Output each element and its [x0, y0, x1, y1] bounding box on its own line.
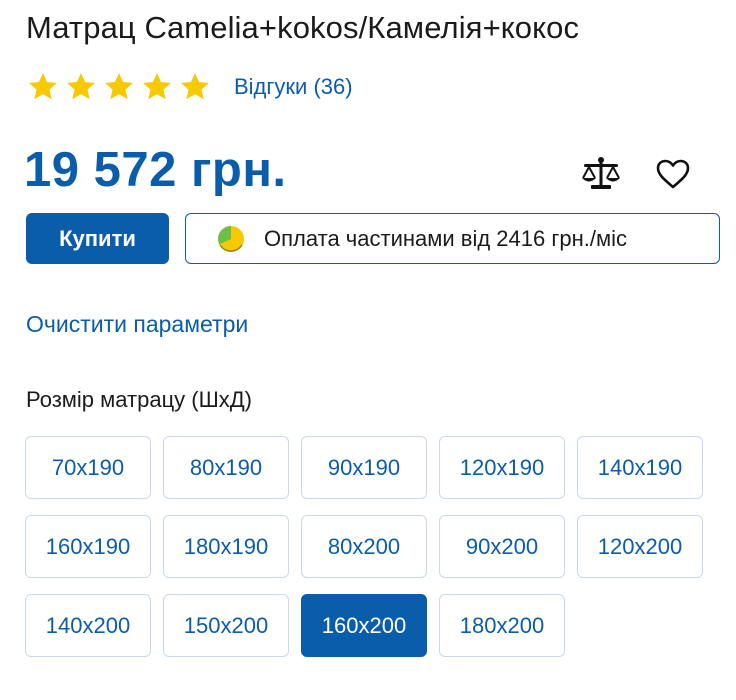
size-option[interactable]: 80x190 [163, 436, 289, 499]
size-option[interactable]: 180x200 [439, 594, 565, 657]
size-filter-label: Розмір матрацу (ШхД) [26, 387, 252, 412]
star-icon [143, 73, 171, 100]
heart-icon [656, 159, 690, 189]
buy-button[interactable]: Купити [26, 213, 169, 264]
installments-button[interactable]: Оплата частинами від 2416 грн./міс [185, 213, 720, 264]
clear-filters-link[interactable]: Очистити параметри [26, 311, 248, 338]
size-option[interactable]: 120x190 [439, 436, 565, 499]
size-option[interactable]: 180x190 [163, 515, 289, 578]
installments-logo-icon [218, 225, 244, 252]
star-icon [105, 73, 133, 100]
reviews-link[interactable]: Відгуки (36) [234, 74, 353, 100]
rating: Відгуки (36) [26, 70, 353, 104]
star-icon [67, 73, 95, 100]
compare-button[interactable] [579, 152, 623, 196]
star-icon [29, 73, 57, 100]
size-option-selected[interactable]: 160x200 [301, 594, 427, 657]
rating-stars [26, 70, 212, 104]
size-option[interactable]: 140x200 [25, 594, 151, 657]
star-icon [181, 73, 209, 100]
size-option[interactable]: 70x190 [25, 436, 151, 499]
size-option[interactable]: 120x200 [577, 515, 703, 578]
size-option[interactable]: 160x190 [25, 515, 151, 578]
product-title: Матрац Camelia+kokos/Камелія+кокос [26, 10, 580, 45]
size-option[interactable]: 90x190 [301, 436, 427, 499]
product-price: 19 572 грн. [24, 143, 287, 197]
size-option[interactable]: 80x200 [301, 515, 427, 578]
installments-label: Оплата частинами від 2416 грн./міс [264, 225, 627, 251]
size-option[interactable]: 150x200 [163, 594, 289, 657]
size-option[interactable]: 140x190 [577, 436, 703, 499]
scales-icon [582, 157, 620, 189]
size-option[interactable]: 90x200 [439, 515, 565, 578]
size-options: 70x190 80x190 90x190 120x190 140x190 160… [25, 436, 715, 657]
wishlist-button[interactable] [651, 152, 695, 196]
